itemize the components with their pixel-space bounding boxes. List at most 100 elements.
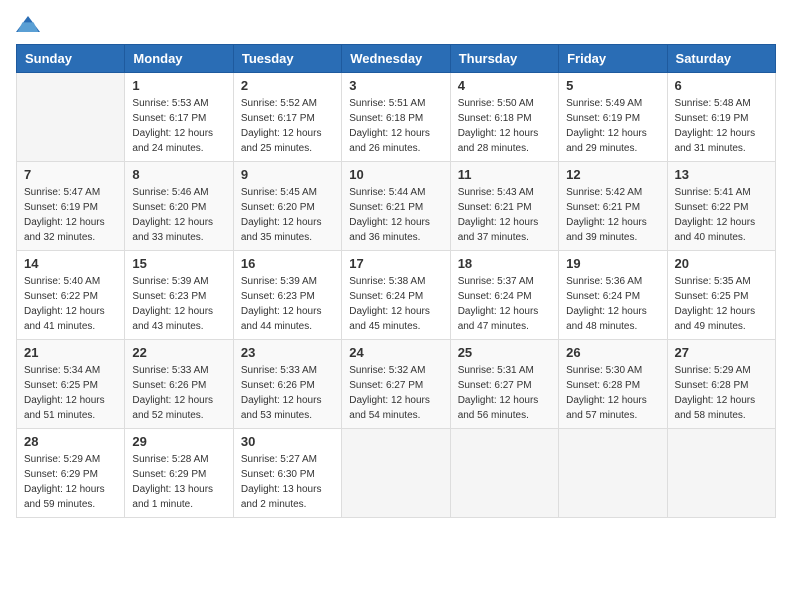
day-detail: Sunrise: 5:29 AMSunset: 6:29 PMDaylight:…	[24, 452, 117, 512]
day-cell-15: 15Sunrise: 5:39 AMSunset: 6:23 PMDayligh…	[125, 251, 233, 340]
weekday-header-sunday: Sunday	[17, 45, 125, 73]
day-detail: Sunrise: 5:38 AMSunset: 6:24 PMDaylight:…	[349, 274, 442, 334]
day-detail: Sunrise: 5:35 AMSunset: 6:25 PMDaylight:…	[675, 274, 768, 334]
day-number: 29	[132, 434, 225, 449]
day-number: 9	[241, 167, 334, 182]
day-cell-7: 7 Sunrise: 5:47 AMSunset: 6:19 PMDaylight…	[17, 162, 125, 251]
day-cell-26: 26 Sunrise: 5:30 AMSunset: 6:28 PMDayligh…	[559, 340, 667, 429]
day-number: 10	[349, 167, 442, 182]
day-detail: Sunrise: 5:29 AMSunset: 6:28 PMDaylight:…	[675, 363, 768, 423]
day-number: 17	[349, 256, 442, 271]
day-detail: Sunrise: 5:28 AMSunset: 6:29 PMDaylight:…	[132, 452, 225, 512]
day-detail: Sunrise: 5:31 AMSunset: 6:27 PMDaylight:…	[458, 363, 551, 423]
day-cell-10: 10 Sunrise: 5:44 AMSunset: 6:21 PMDayligh…	[342, 162, 450, 251]
day-number: 27	[675, 345, 768, 360]
empty-cell	[342, 429, 450, 518]
day-number: 21	[24, 345, 117, 360]
day-number: 20	[675, 256, 768, 271]
day-number: 8	[132, 167, 225, 182]
day-detail: Sunrise: 5:27 AMSunset: 6:30 PMDaylight:…	[241, 452, 334, 512]
day-number: 2	[241, 78, 334, 93]
day-number: 22	[132, 345, 225, 360]
weekday-header-monday: Monday	[125, 45, 233, 73]
logo	[16, 16, 44, 36]
day-cell-25: 25 Sunrise: 5:31 AMSunset: 6:27 PMDayligh…	[450, 340, 558, 429]
day-number: 16	[241, 256, 334, 271]
weekday-header-row: SundayMondayTuesdayWednesdayThursdayFrid…	[17, 45, 776, 73]
week-row-4: 21 Sunrise: 5:34 AMSunset: 6:25 PMDayligh…	[17, 340, 776, 429]
day-number: 4	[458, 78, 551, 93]
day-detail: Sunrise: 5:33 AMSunset: 6:26 PMDaylight:…	[241, 363, 334, 423]
day-cell-5: 5Sunrise: 5:49 AMSunset: 6:19 PMDaylight…	[559, 73, 667, 162]
header	[16, 16, 776, 36]
day-number: 13	[675, 167, 768, 182]
day-number: 12	[566, 167, 659, 182]
day-cell-11: 11 Sunrise: 5:43 AMSunset: 6:21 PMDayligh…	[450, 162, 558, 251]
day-detail: Sunrise: 5:34 AMSunset: 6:25 PMDaylight:…	[24, 363, 117, 423]
day-detail: Sunrise: 5:36 AMSunset: 6:24 PMDaylight:…	[566, 274, 659, 334]
day-number: 24	[349, 345, 442, 360]
weekday-header-thursday: Thursday	[450, 45, 558, 73]
day-detail: Sunrise: 5:45 AMSunset: 6:20 PMDaylight:…	[241, 185, 334, 245]
day-number: 28	[24, 434, 117, 449]
empty-cell	[667, 429, 775, 518]
day-cell-21: 21 Sunrise: 5:34 AMSunset: 6:25 PMDayligh…	[17, 340, 125, 429]
day-detail: Sunrise: 5:47 AMSunset: 6:19 PMDaylight:…	[24, 185, 117, 245]
day-detail: Sunrise: 5:32 AMSunset: 6:27 PMDaylight:…	[349, 363, 442, 423]
day-number: 1	[132, 78, 225, 93]
day-cell-17: 17 Sunrise: 5:38 AMSunset: 6:24 PMDayligh…	[342, 251, 450, 340]
day-number: 25	[458, 345, 551, 360]
day-detail: Sunrise: 5:52 AMSunset: 6:17 PMDaylight:…	[241, 96, 334, 156]
day-number: 11	[458, 167, 551, 182]
weekday-header-saturday: Saturday	[667, 45, 775, 73]
day-cell-18: 18 Sunrise: 5:37 AMSunset: 6:24 PMDayligh…	[450, 251, 558, 340]
day-number: 26	[566, 345, 659, 360]
day-detail: Sunrise: 5:51 AMSunset: 6:18 PMDaylight:…	[349, 96, 442, 156]
day-cell-12: 12 Sunrise: 5:42 AMSunset: 6:21 PMDayligh…	[559, 162, 667, 251]
day-number: 3	[349, 78, 442, 93]
day-cell-16: 16 Sunrise: 5:39 AMSunset: 6:23 PMDayligh…	[233, 251, 341, 340]
logo-icon	[16, 16, 40, 36]
day-number: 7	[24, 167, 117, 182]
week-row-5: 28 Sunrise: 5:29 AMSunset: 6:29 PMDayligh…	[17, 429, 776, 518]
day-number: 30	[241, 434, 334, 449]
day-detail: Sunrise: 5:30 AMSunset: 6:28 PMDaylight:…	[566, 363, 659, 423]
day-detail: Sunrise: 5:42 AMSunset: 6:21 PMDaylight:…	[566, 185, 659, 245]
day-detail: Sunrise: 5:50 AMSunset: 6:18 PMDaylight:…	[458, 96, 551, 156]
day-detail: Sunrise: 5:48 AMSunset: 6:19 PMDaylight:…	[675, 96, 768, 156]
day-number: 19	[566, 256, 659, 271]
day-number: 18	[458, 256, 551, 271]
empty-cell	[17, 73, 125, 162]
day-cell-6: 6 Sunrise: 5:48 AMSunset: 6:19 PMDaylight…	[667, 73, 775, 162]
day-detail: Sunrise: 5:37 AMSunset: 6:24 PMDaylight:…	[458, 274, 551, 334]
day-number: 14	[24, 256, 117, 271]
day-cell-14: 14 Sunrise: 5:40 AMSunset: 6:22 PMDayligh…	[17, 251, 125, 340]
weekday-header-tuesday: Tuesday	[233, 45, 341, 73]
day-cell-8: 8Sunrise: 5:46 AMSunset: 6:20 PMDaylight…	[125, 162, 233, 251]
day-detail: Sunrise: 5:40 AMSunset: 6:22 PMDaylight:…	[24, 274, 117, 334]
week-row-2: 7 Sunrise: 5:47 AMSunset: 6:19 PMDaylight…	[17, 162, 776, 251]
weekday-header-friday: Friday	[559, 45, 667, 73]
day-detail: Sunrise: 5:39 AMSunset: 6:23 PMDaylight:…	[241, 274, 334, 334]
day-detail: Sunrise: 5:49 AMSunset: 6:19 PMDaylight:…	[566, 96, 659, 156]
day-cell-24: 24 Sunrise: 5:32 AMSunset: 6:27 PMDayligh…	[342, 340, 450, 429]
day-cell-2: 2 Sunrise: 5:52 AMSunset: 6:17 PMDaylight…	[233, 73, 341, 162]
day-cell-19: 19 Sunrise: 5:36 AMSunset: 6:24 PMDayligh…	[559, 251, 667, 340]
day-cell-29: 29 Sunrise: 5:28 AMSunset: 6:29 PMDayligh…	[125, 429, 233, 518]
day-cell-23: 23 Sunrise: 5:33 AMSunset: 6:26 PMDayligh…	[233, 340, 341, 429]
calendar-table: SundayMondayTuesdayWednesdayThursdayFrid…	[16, 44, 776, 518]
day-cell-20: 20 Sunrise: 5:35 AMSunset: 6:25 PMDayligh…	[667, 251, 775, 340]
day-detail: Sunrise: 5:44 AMSunset: 6:21 PMDaylight:…	[349, 185, 442, 245]
day-number: 23	[241, 345, 334, 360]
day-number: 6	[675, 78, 768, 93]
day-detail: Sunrise: 5:41 AMSunset: 6:22 PMDaylight:…	[675, 185, 768, 245]
day-detail: Sunrise: 5:43 AMSunset: 6:21 PMDaylight:…	[458, 185, 551, 245]
day-cell-9: 9 Sunrise: 5:45 AMSunset: 6:20 PMDaylight…	[233, 162, 341, 251]
day-cell-30: 30 Sunrise: 5:27 AMSunset: 6:30 PMDayligh…	[233, 429, 341, 518]
day-cell-4: 4 Sunrise: 5:50 AMSunset: 6:18 PMDaylight…	[450, 73, 558, 162]
day-number: 15	[132, 256, 225, 271]
day-cell-27: 27 Sunrise: 5:29 AMSunset: 6:28 PMDayligh…	[667, 340, 775, 429]
day-cell-1: 1Sunrise: 5:53 AMSunset: 6:17 PMDaylight…	[125, 73, 233, 162]
week-row-3: 14 Sunrise: 5:40 AMSunset: 6:22 PMDayligh…	[17, 251, 776, 340]
empty-cell	[559, 429, 667, 518]
